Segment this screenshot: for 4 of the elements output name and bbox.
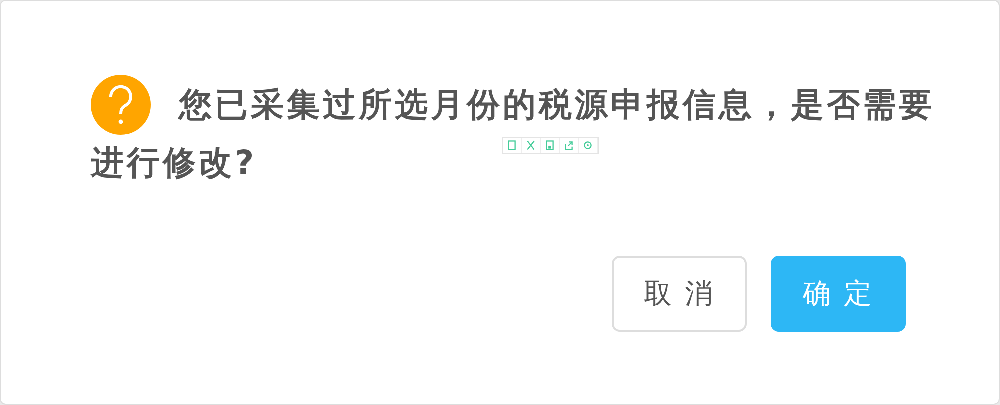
- question-icon: [91, 75, 151, 135]
- confirm-message: 进行修改?: [91, 142, 258, 184]
- confirm-message: 您已采集过所选月份的税源申报信息，是否需要: [179, 84, 935, 126]
- cancel-button[interactable]: 取 消: [612, 256, 747, 332]
